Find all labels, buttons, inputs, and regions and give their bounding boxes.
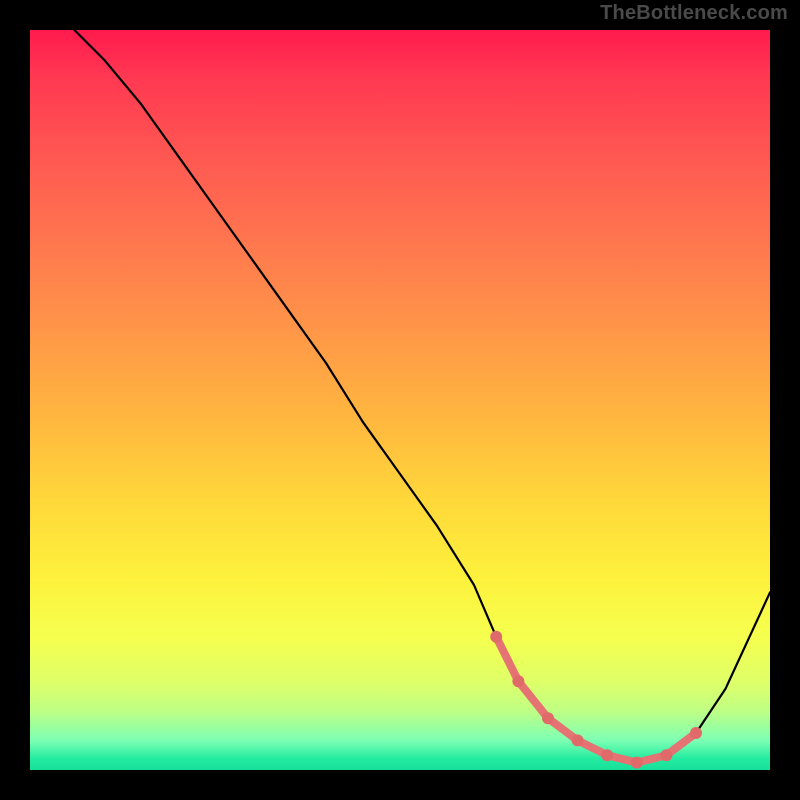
plot-area xyxy=(30,30,770,770)
bottleneck-curve-line xyxy=(74,30,770,763)
optimal-dot xyxy=(631,757,643,769)
optimal-dot xyxy=(572,734,584,746)
optimal-dot xyxy=(660,749,672,761)
watermark-text: TheBottleneck.com xyxy=(600,2,788,25)
optimal-zone-highlight xyxy=(496,637,696,763)
chart-svg xyxy=(30,30,770,770)
optimal-dot xyxy=(490,631,502,643)
optimal-dot xyxy=(542,712,554,724)
chart-frame: TheBottleneck.com xyxy=(0,0,800,800)
optimal-dot xyxy=(601,749,613,761)
optimal-dot xyxy=(512,675,524,687)
optimal-dot xyxy=(690,727,702,739)
